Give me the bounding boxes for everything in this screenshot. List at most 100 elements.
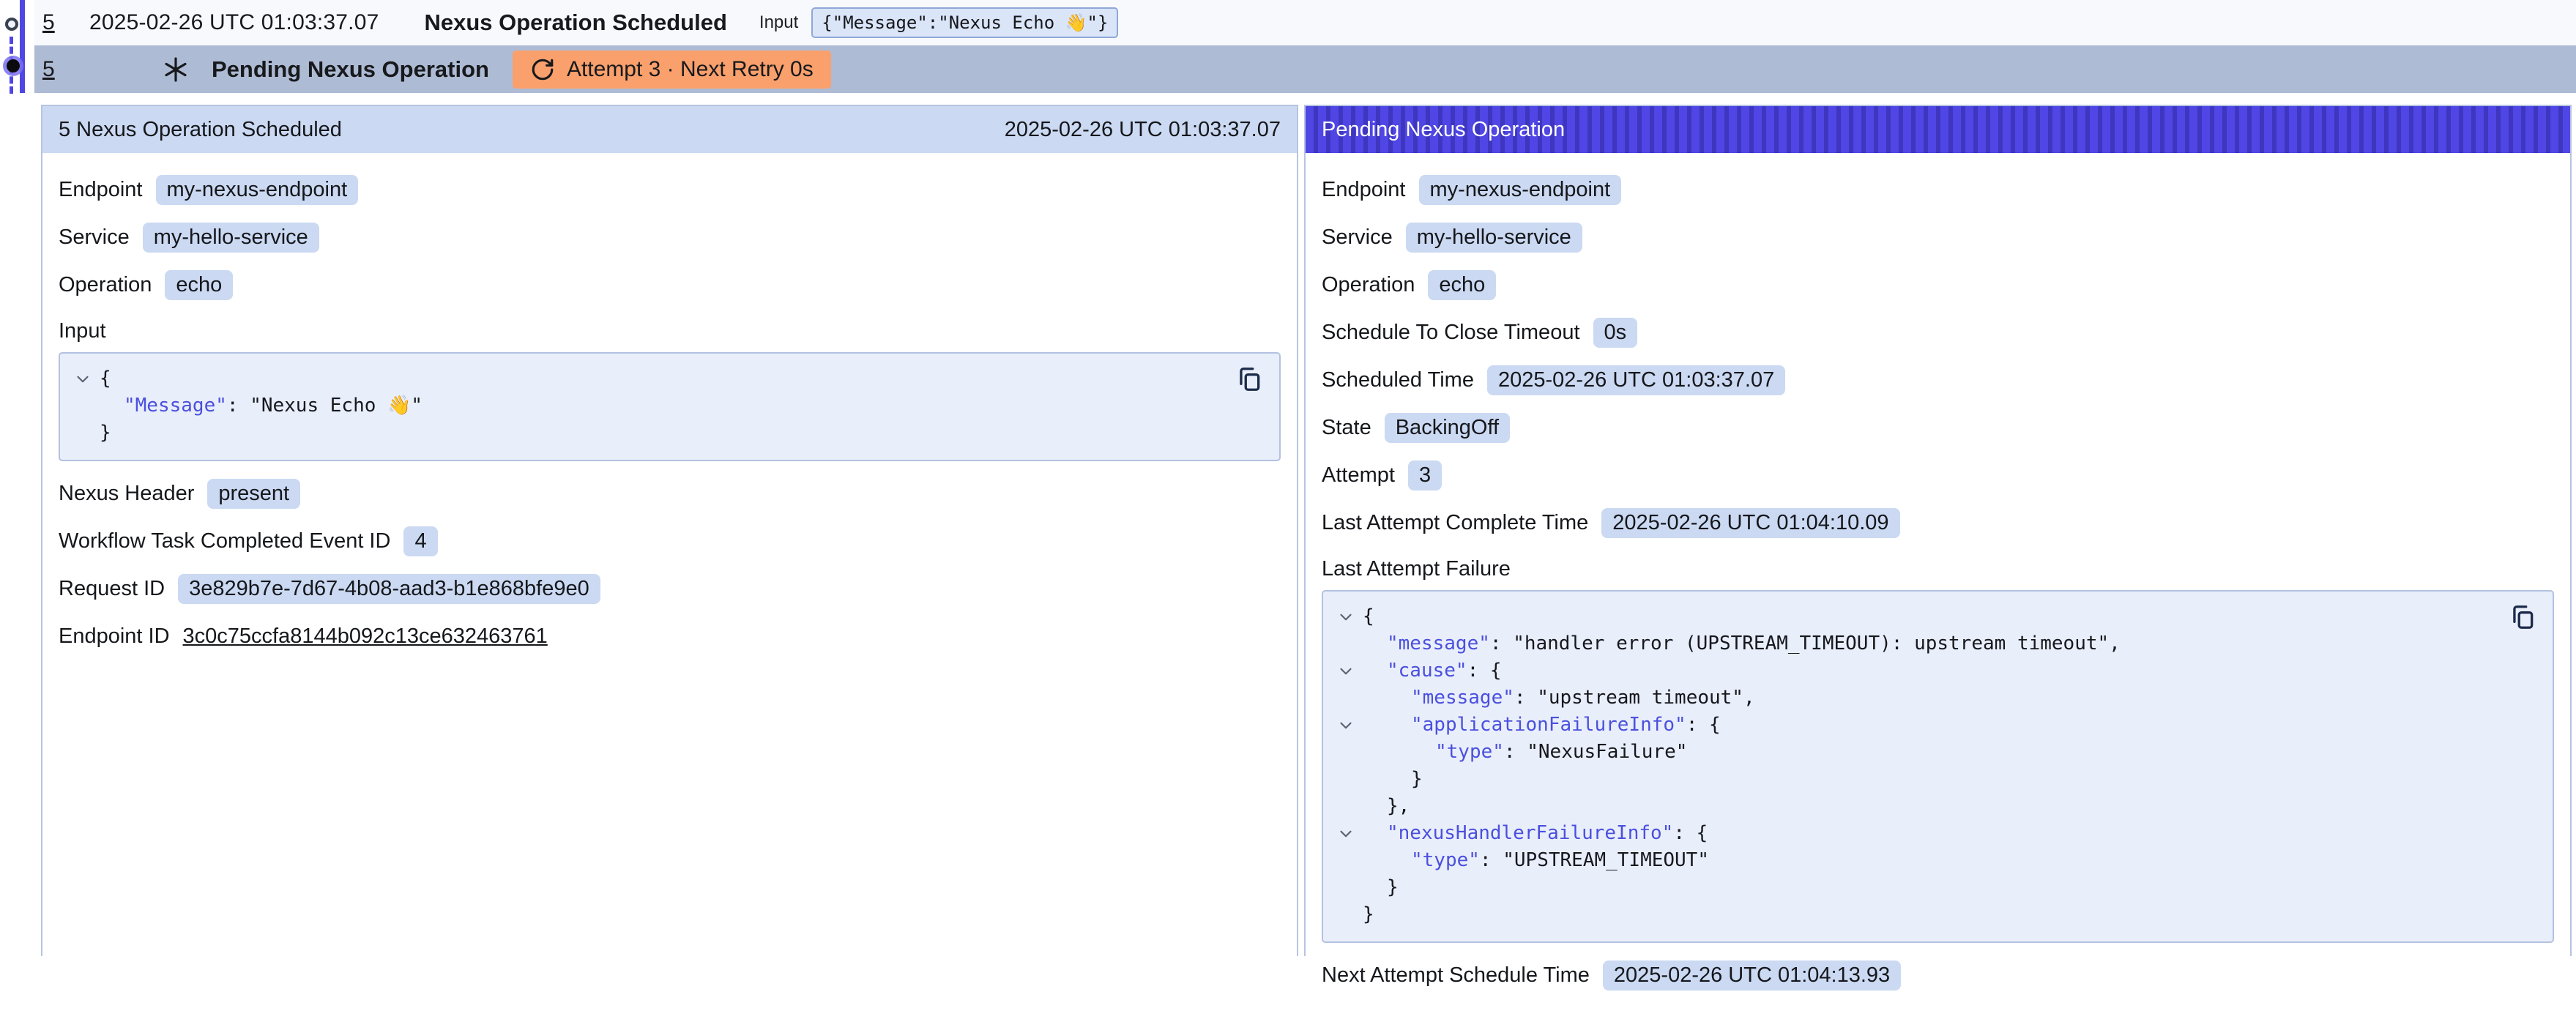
- field-label: Schedule To Close Timeout: [1322, 321, 1580, 345]
- field-label: State: [1322, 416, 1371, 440]
- field-row: Operationecho: [59, 269, 1281, 300]
- field-row: State BackingOff: [1322, 412, 2554, 443]
- chevron-down-icon[interactable]: [1336, 603, 1363, 630]
- event-input-preview-badge[interactable]: {"Message":"Nexus Echo 👋"}: [811, 7, 1118, 38]
- field-value-badge: my-hello-service: [143, 223, 319, 253]
- field-label: Nexus Header: [59, 482, 194, 506]
- copy-icon[interactable]: [2509, 602, 2538, 634]
- field-value-badge: my-nexus-endpoint: [1419, 175, 1622, 205]
- chevron-down-icon[interactable]: [73, 365, 100, 392]
- field-row: Servicemy-hello-service: [59, 222, 1281, 253]
- field-row: Workflow Task Completed Event ID4: [59, 526, 1281, 556]
- retry-icon: [530, 57, 555, 82]
- code-gutter: [73, 392, 100, 419]
- pending-asterisk-icon: [162, 56, 190, 83]
- field-label: Service: [1322, 225, 1393, 250]
- field-row: Nexus Headerpresent: [59, 478, 1281, 509]
- json-key: "type": [1411, 849, 1480, 871]
- field-label: Next Attempt Schedule Time: [1322, 963, 1590, 988]
- field-label: Operation: [1322, 273, 1415, 297]
- code-gutter: [1336, 874, 1363, 901]
- event-input-label: Input: [759, 12, 798, 33]
- field-value-badge: 0s: [1593, 318, 1638, 348]
- pending-event-id-link[interactable]: 5: [42, 57, 64, 82]
- field-row: Endpoint ID 3c0c75ccfa8144b092c13ce632463…: [59, 621, 1281, 652]
- code-line: "type": "UPSTREAM_TIMEOUT": [1336, 847, 2501, 874]
- event-detail-header-title: 5 Nexus Operation Scheduled: [59, 118, 342, 142]
- code-gutter: [1336, 901, 1363, 928]
- retry-badge-text: Attempt 3 · Next Retry 0s: [567, 57, 814, 82]
- code-text: }: [1363, 766, 1423, 793]
- code-text: "type": "UPSTREAM_TIMEOUT": [1363, 847, 1709, 874]
- event-id-link[interactable]: 5: [42, 10, 64, 35]
- failure_json-code-block: {"message": "handler error (UPSTREAM_TIM…: [1322, 590, 2554, 943]
- event-title: Nexus Operation Scheduled: [424, 10, 726, 36]
- field-value-badge: 2025-02-26 UTC 01:04:13.93: [1603, 961, 1901, 991]
- chevron-down-icon[interactable]: [1336, 820, 1363, 847]
- field-row: Operationecho: [1322, 269, 2554, 300]
- code-text: "nexusHandlerFailureInfo": {: [1363, 820, 1708, 847]
- field-label: Endpoint ID: [59, 624, 170, 649]
- field-value-badge: 2025-02-26 UTC 01:04:10.09: [1601, 508, 1899, 538]
- field-value-badge: 3: [1408, 460, 1442, 491]
- copy-icon[interactable]: [1235, 364, 1265, 396]
- field-row: Attempt 3: [1322, 460, 2554, 491]
- code-line: "message": "upstream timeout",: [1336, 685, 2501, 712]
- event-detail-panel: 5 Nexus Operation Scheduled 2025-02-26 U…: [41, 105, 1298, 956]
- code-text: }: [1363, 874, 1399, 901]
- field-value-badge: my-nexus-endpoint: [156, 175, 359, 205]
- code-gutter: [1336, 793, 1363, 820]
- code-gutter: [1336, 739, 1363, 766]
- code-gutter: [73, 419, 100, 447]
- code-text: {: [100, 365, 111, 392]
- code-line: {: [1336, 603, 2501, 630]
- code-line: "message": "handler error (UPSTREAM_TIME…: [1336, 630, 2501, 657]
- pending-nexus-operation-row[interactable]: 5 Pending Nexus Operation Attempt 3 · Ne…: [34, 45, 2576, 93]
- field-label: Input: [59, 319, 1281, 343]
- json-key: "type": [1435, 741, 1504, 763]
- event-detail-body: Endpoint my-nexus-endpoint Servicemy-hello…: [42, 153, 1297, 683]
- code-line: },: [1336, 793, 2501, 820]
- code-text: "message": "handler error (UPSTREAM_TIME…: [1363, 630, 2121, 657]
- timeline-node-open-icon: [5, 18, 18, 31]
- code-line: }: [1336, 766, 2501, 793]
- pending-operation-body: Endpoint my-nexus-endpoint Service my-hello…: [1306, 153, 2570, 1022]
- pending-operation-header: Pending Nexus Operation: [1306, 106, 2570, 153]
- chevron-down-icon[interactable]: [1336, 712, 1363, 739]
- code-text: "cause": {: [1363, 657, 1502, 685]
- code-text: }: [100, 419, 111, 447]
- code-text: "type": "NexusFailure": [1363, 739, 1687, 766]
- code-gutter: [1336, 630, 1363, 657]
- field-label: Operation: [59, 273, 152, 297]
- field-label: Request ID: [59, 577, 165, 601]
- field-value-link[interactable]: 3c0c75ccfa8144b092c13ce632463761: [183, 624, 548, 649]
- json-key: "nexusHandlerFailureInfo": [1387, 822, 1673, 844]
- field-label: Scheduled Time: [1322, 368, 1474, 392]
- field-label: Endpoint: [59, 178, 143, 202]
- code-line: "cause": {: [1336, 657, 2501, 685]
- field-row: Endpoint my-nexus-endpoint: [59, 174, 1281, 205]
- code-text: },: [1363, 793, 1410, 820]
- code-line: "applicationFailureInfo": {: [1336, 712, 2501, 739]
- json-key: "cause": [1387, 660, 1467, 682]
- event-row-nexus-operation-scheduled[interactable]: 5 2025-02-26 UTC 01:03:37.07 Nexus Opera…: [34, 0, 2576, 45]
- field-label: Last Attempt Failure: [1322, 557, 2554, 581]
- code-line: }: [1336, 874, 2501, 901]
- json-key: "message": [1387, 633, 1490, 654]
- json-key: "message": [1411, 687, 1514, 709]
- code-text: "message": "upstream timeout",: [1363, 685, 1755, 712]
- field-value-badge: BackingOff: [1385, 413, 1510, 443]
- code-line: "type": "NexusFailure": [1336, 739, 2501, 766]
- event-timestamp: 2025-02-26 UTC 01:03:37.07: [89, 10, 379, 35]
- field-label: Attempt: [1322, 463, 1395, 488]
- event-detail-header: 5 Nexus Operation Scheduled 2025-02-26 U…: [42, 106, 1297, 153]
- code-gutter: [1336, 847, 1363, 874]
- field-label: Endpoint: [1322, 178, 1406, 202]
- retry-status-badge: Attempt 3 · Next Retry 0s: [513, 51, 831, 89]
- field-value-badge: my-hello-service: [1406, 223, 1582, 253]
- chevron-down-icon[interactable]: [1336, 657, 1363, 685]
- code-gutter: [1336, 766, 1363, 793]
- timeline-node-current-icon: [7, 59, 20, 72]
- code-line: }: [73, 419, 1228, 447]
- field-value-badge: 3e829b7e-7d67-4b08-aad3-b1e868bfe9e0: [178, 574, 600, 604]
